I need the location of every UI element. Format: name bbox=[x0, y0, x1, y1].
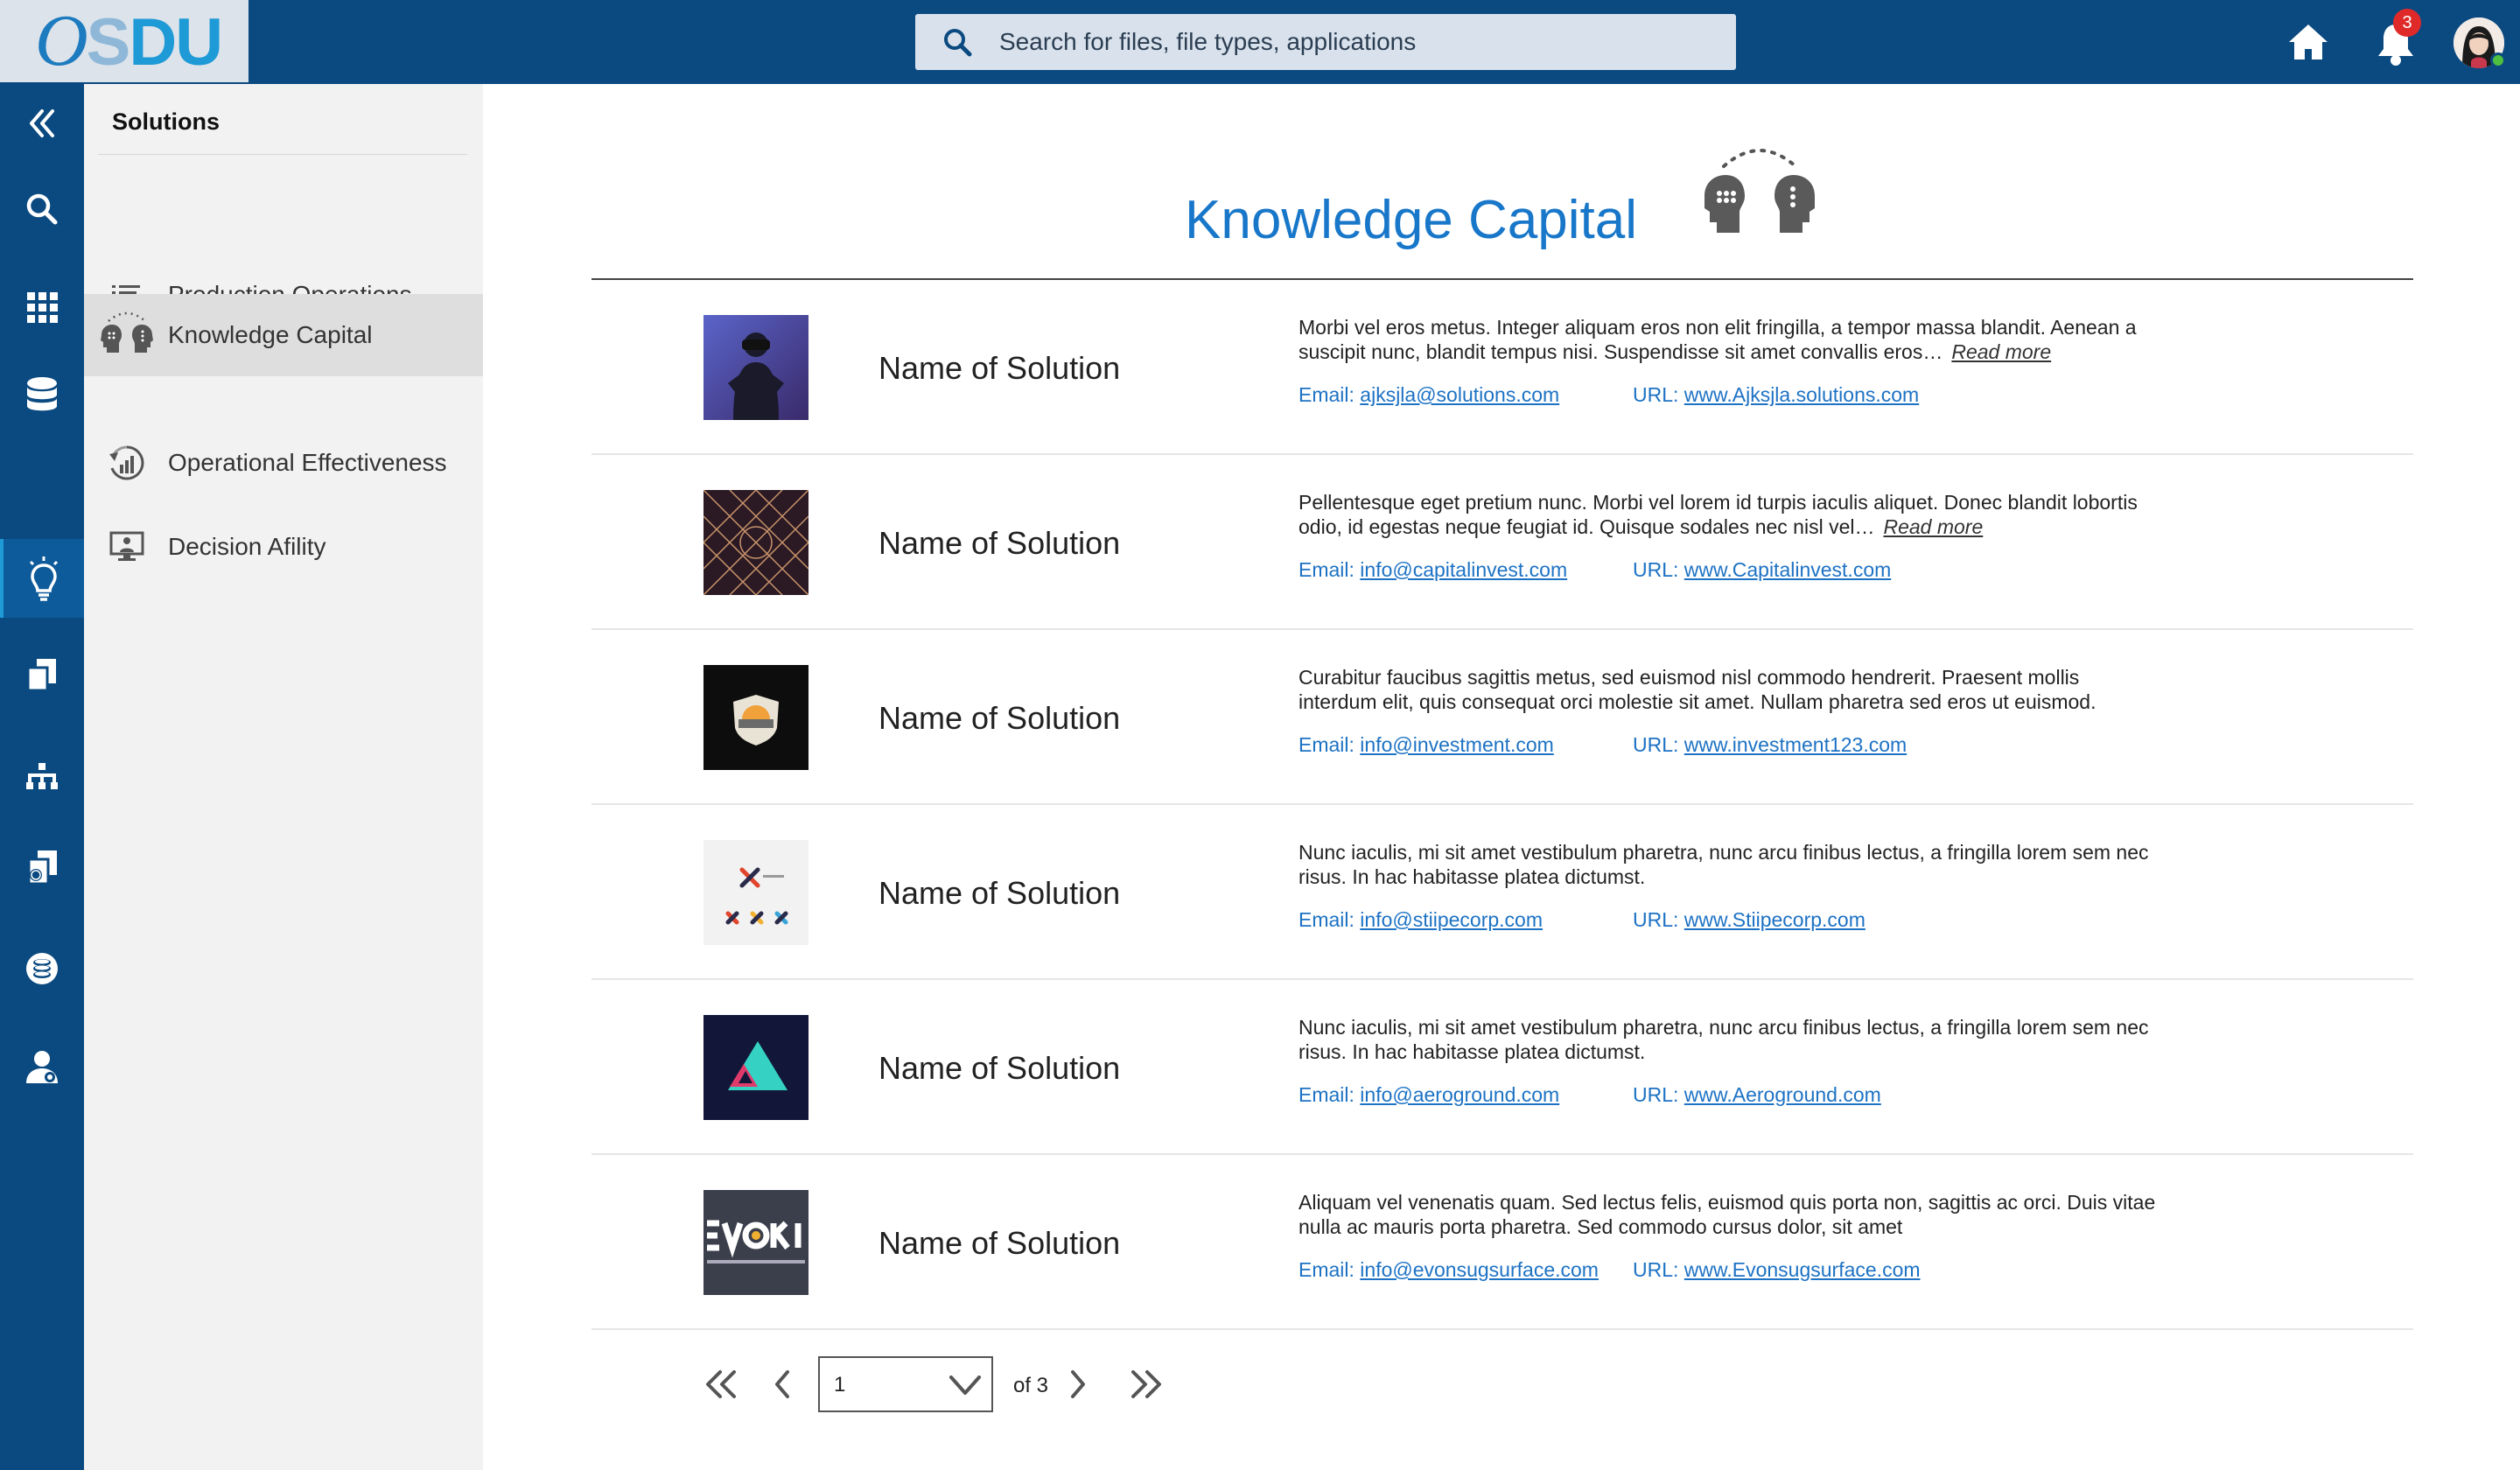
read-more-link[interactable]: Read more bbox=[1951, 340, 2051, 363]
solution-thumbnail[interactable] bbox=[704, 315, 808, 420]
email-field: Email: info@capitalinvest.com bbox=[1298, 558, 1568, 581]
hierarchy-icon[interactable] bbox=[0, 737, 84, 816]
search-bar[interactable]: Search for files, file types, applicatio… bbox=[915, 14, 1736, 70]
solution-name: Name of Solution bbox=[878, 350, 1121, 386]
url-link[interactable]: www.Stiipecorp.com bbox=[1684, 908, 1866, 931]
solution-description: Morbi vel eros metus. Integer aliquam er… bbox=[1298, 316, 2137, 363]
email-field: Email: info@evonsugsurface.com bbox=[1298, 1258, 1599, 1281]
solution-thumbnail[interactable] bbox=[704, 1015, 808, 1120]
sidebar-item-decision-afility[interactable]: Decision Afility bbox=[84, 506, 483, 588]
email-link[interactable]: info@investment.com bbox=[1360, 733, 1554, 756]
lightbulb-icon[interactable] bbox=[0, 539, 84, 618]
panel-divider bbox=[98, 154, 467, 155]
solution-description: Nunc iaculis, mi sit amet vestibulum pha… bbox=[1298, 841, 2149, 888]
sidebar-item-operational-effectiveness[interactable]: Operational Effectiveness bbox=[84, 422, 483, 504]
documents-icon[interactable] bbox=[0, 635, 84, 714]
url-field: URL: www.investment123.com bbox=[1633, 733, 1908, 756]
prev-page-icon[interactable] bbox=[761, 1363, 803, 1405]
solution-thumbnail[interactable] bbox=[704, 665, 808, 770]
url-field: URL: www.Capitalinvest.com bbox=[1633, 558, 1892, 581]
solution-thumbnail[interactable] bbox=[704, 840, 808, 945]
email-link[interactable]: info@capitalinvest.com bbox=[1360, 558, 1567, 581]
solution-description: Curabitur faucibus sagittis metus, sed e… bbox=[1298, 666, 2096, 713]
sidebar-item-label: Decision Afility bbox=[168, 533, 326, 560]
solution-description: Aliquam vel venenatis quam. Sed lectus f… bbox=[1298, 1191, 2156, 1238]
monitor-person-icon bbox=[96, 516, 158, 578]
url-field: URL: www.Stiipecorp.com bbox=[1633, 908, 1866, 931]
chevron-down-icon bbox=[948, 1370, 983, 1404]
notification-badge: 3 bbox=[2393, 9, 2421, 37]
solution-thumbnail[interactable] bbox=[704, 490, 808, 595]
solution-thumbnail[interactable] bbox=[704, 1190, 808, 1295]
email-field: Email: info@investment.com bbox=[1298, 733, 1554, 756]
url-link[interactable]: www.Aeroground.com bbox=[1684, 1083, 1881, 1106]
file-globe-icon[interactable] bbox=[0, 828, 84, 906]
email-field: Email: info@stiipecorp.com bbox=[1298, 908, 1544, 931]
url-link[interactable]: www.Ajksjla.solutions.com bbox=[1684, 383, 1919, 406]
sidebar-item-knowledge-capital[interactable]: Knowledge Capital bbox=[84, 294, 483, 376]
collapse-icon[interactable] bbox=[0, 84, 84, 163]
left-rail bbox=[0, 84, 84, 1470]
apps-grid-icon[interactable] bbox=[0, 268, 84, 346]
url-field: URL: www.Ajksjla.solutions.com bbox=[1633, 383, 1920, 406]
email-link[interactable]: info@stiipecorp.com bbox=[1360, 908, 1543, 931]
solution-name: Name of Solution bbox=[878, 1050, 1121, 1086]
email-link[interactable]: info@evonsugsurface.com bbox=[1360, 1258, 1599, 1281]
osdu-logo[interactable]: OSDU bbox=[0, 0, 248, 82]
page-count: of 3 bbox=[1013, 1374, 1049, 1397]
sidebar-item-label: Operational Effectiveness bbox=[168, 449, 447, 476]
search-icon[interactable] bbox=[0, 170, 84, 248]
coins-icon[interactable] bbox=[0, 929, 84, 1008]
url-link[interactable]: www.Capitalinvest.com bbox=[1684, 558, 1891, 581]
next-page-icon[interactable] bbox=[1057, 1363, 1099, 1405]
sidebar-item-label: Knowledge Capital bbox=[168, 321, 373, 348]
knowledge-heads-icon bbox=[1698, 145, 1822, 243]
online-status-dot bbox=[2490, 52, 2506, 68]
solution-name: Name of Solution bbox=[878, 700, 1121, 736]
knowledge-heads-icon bbox=[96, 304, 158, 366]
read-more-link[interactable]: Read more bbox=[1883, 515, 1983, 538]
list-item: Name of Solution Curabitur faucibus sagi… bbox=[592, 630, 2413, 805]
home-icon[interactable] bbox=[2287, 23, 2329, 61]
url-link[interactable]: www.Evonsugsurface.com bbox=[1684, 1258, 1921, 1281]
user-admin-icon[interactable] bbox=[0, 1027, 84, 1106]
search-icon[interactable] bbox=[915, 27, 999, 57]
solution-name: Name of Solution bbox=[878, 525, 1121, 561]
solution-name: Name of Solution bbox=[878, 875, 1121, 911]
solution-description: Nunc iaculis, mi sit amet vestibulum pha… bbox=[1298, 1016, 2149, 1063]
cycle-chart-icon bbox=[96, 432, 158, 494]
search-input[interactable]: Search for files, file types, applicatio… bbox=[999, 28, 1416, 56]
first-page-icon[interactable] bbox=[700, 1363, 742, 1405]
solutions-panel: Solutions Production Operations Knowledg… bbox=[84, 84, 483, 1470]
email-field: Email: ajksjla@solutions.com bbox=[1298, 383, 1560, 406]
url-field: URL: www.Aeroground.com bbox=[1633, 1083, 1881, 1106]
list-item: Name of Solution Pellentesque eget preti… bbox=[592, 455, 2413, 630]
last-page-icon[interactable] bbox=[1125, 1363, 1167, 1405]
list-item: Name of Solution Nunc iaculis, mi sit am… bbox=[592, 805, 2413, 980]
solution-description: Pellentesque eget pretium nunc. Morbi ve… bbox=[1298, 491, 2138, 538]
email-link[interactable]: info@aeroground.com bbox=[1360, 1083, 1559, 1106]
panel-title: Solutions bbox=[112, 108, 220, 135]
page-select[interactable]: 1 bbox=[818, 1356, 993, 1412]
database-icon[interactable] bbox=[0, 355, 84, 434]
email-link[interactable]: ajksjla@solutions.com bbox=[1360, 383, 1559, 406]
url-field: URL: www.Evonsugsurface.com bbox=[1633, 1258, 1921, 1281]
list-item: Name of Solution Morbi vel eros metus. I… bbox=[592, 280, 2413, 455]
solution-name: Name of Solution bbox=[878, 1225, 1121, 1261]
list-item: Name of Solution Nunc iaculis, mi sit am… bbox=[592, 980, 2413, 1155]
url-link[interactable]: www.investment123.com bbox=[1684, 733, 1907, 756]
page-title: Knowledge Capital bbox=[1185, 190, 1638, 250]
email-field: Email: info@aeroground.com bbox=[1298, 1083, 1560, 1106]
top-bar: OSDU Search for files, file types, appli… bbox=[0, 0, 2520, 84]
page-select-value: 1 bbox=[834, 1373, 846, 1396]
list-item: Name of Solution Aliquam vel venenatis q… bbox=[592, 1155, 2413, 1330]
